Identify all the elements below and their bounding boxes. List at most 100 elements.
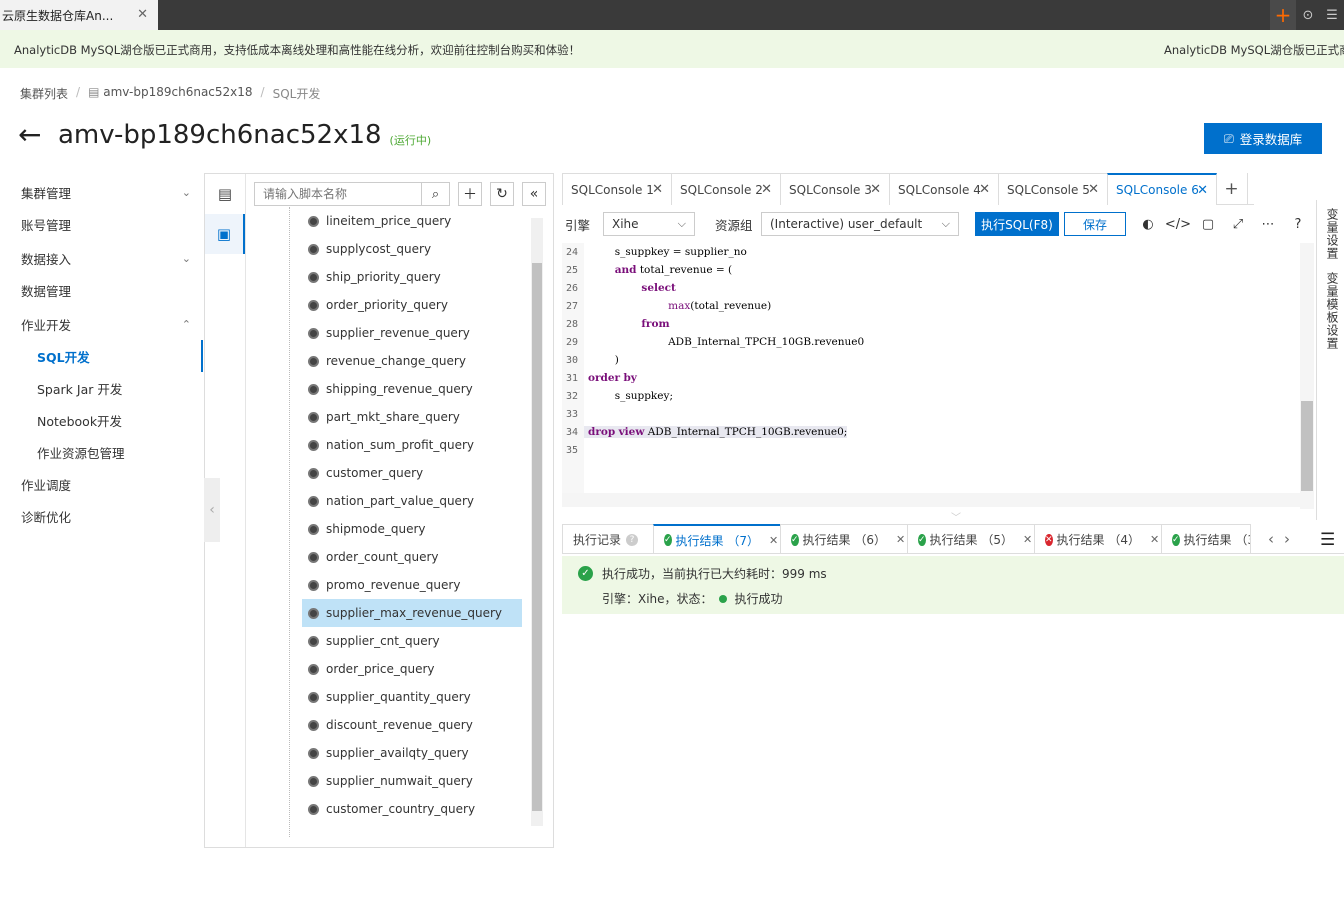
- tree-item[interactable]: supplier_numwait_query: [290, 767, 529, 795]
- tree-item[interactable]: lineitem_price_query: [290, 207, 529, 235]
- tree-scroll-thumb[interactable]: [532, 263, 542, 811]
- login-database-button[interactable]: ⎚ 登录数据库: [1204, 123, 1322, 154]
- tree-item[interactable]: supplycost_query: [290, 235, 529, 263]
- tree-item[interactable]: promo_revenue_query: [290, 571, 529, 599]
- tree-item[interactable]: supplier_revenue_query: [290, 319, 529, 347]
- editor-horizontal-scrollbar[interactable]: [562, 493, 1300, 507]
- theme-toggle-icon[interactable]: ◐: [1133, 217, 1163, 232]
- tree-item[interactable]: order_price_query: [290, 655, 529, 683]
- line-number: 28: [566, 318, 579, 330]
- close-icon[interactable]: ✕: [137, 7, 148, 22]
- monitor-icon[interactable]: ▣: [205, 214, 245, 254]
- breadcrumb-cluster[interactable]: ▤ amv-bp189ch6nac52x18: [88, 85, 252, 102]
- nav-item-job-scheduling[interactable]: 作业调度: [0, 468, 203, 500]
- fullscreen-icon[interactable]: ⤢: [1223, 217, 1253, 232]
- close-icon[interactable]: ✕: [1088, 182, 1099, 197]
- chevron-down-splitter-icon[interactable]: ﹀: [926, 509, 986, 524]
- refresh-icon[interactable]: ↻: [490, 182, 514, 206]
- sql-editor[interactable]: 24 s_suppkey = supplier_no 25 and total_r…: [562, 243, 1314, 509]
- tree-item[interactable]: nation_sum_profit_query: [290, 431, 529, 459]
- tree-item[interactable]: supplier_quantity_query: [290, 683, 529, 711]
- chevron-right-icon[interactable]: ›: [1284, 530, 1290, 548]
- tree-item[interactable]: shipmode_query: [290, 515, 529, 543]
- menu-icon[interactable]: ☰: [1320, 8, 1344, 23]
- close-icon[interactable]: ✕: [896, 533, 905, 546]
- right-side-panel: 变量设置 变量模板设置: [1316, 200, 1344, 520]
- tree-item[interactable]: part_mkt_share_query: [290, 403, 529, 431]
- result-tab[interactable]: 执行记录?: [562, 524, 654, 554]
- nav-item-job-resource-packages[interactable]: 作业资源包管理: [0, 436, 203, 468]
- dropdown-circle-icon[interactable]: ⊙: [1296, 8, 1320, 23]
- console-tab[interactable]: SQLConsole 5 ✕: [998, 173, 1108, 205]
- back-arrow-icon[interactable]: ←: [18, 118, 58, 151]
- tree-scrollbar[interactable]: [531, 218, 543, 826]
- search-icon[interactable]: ⌕: [421, 183, 449, 205]
- result-tab[interactable]: ✓ 执行结果 （7） ✕: [653, 524, 781, 554]
- chevron-left-icon[interactable]: ‹: [1268, 530, 1274, 548]
- tree-item[interactable]: customer_country_query: [290, 795, 529, 823]
- console-tab[interactable]: SQLConsole 1 ✕: [562, 173, 672, 205]
- add-icon[interactable]: ＋: [458, 182, 482, 206]
- close-icon[interactable]: ✕: [769, 534, 778, 547]
- tree-item[interactable]: supplier_max_revenue_query: [302, 599, 522, 627]
- result-tab[interactable]: ✓ 执行结果 （6） ✕: [780, 524, 908, 554]
- close-icon[interactable]: ✕: [1150, 533, 1159, 546]
- breadcrumb-cluster-list[interactable]: 集群列表: [20, 85, 68, 102]
- nav-item-data-management[interactable]: 数据管理: [0, 274, 203, 306]
- editor-vertical-scrollbar[interactable]: [1300, 243, 1314, 509]
- variables-tab[interactable]: 变量设置: [1324, 208, 1341, 260]
- run-sql-button[interactable]: 执行SQL(F8): [975, 212, 1059, 236]
- help-icon[interactable]: ?: [626, 533, 639, 546]
- browser-tab[interactable]: 云原生数据仓库An... ✕: [0, 0, 158, 30]
- nav-item-diagnostics[interactable]: 诊断优化: [0, 500, 203, 532]
- nav-item-spark-jar[interactable]: Spark Jar 开发: [0, 372, 203, 404]
- console-tab[interactable]: SQLConsole 6 ✕: [1107, 173, 1217, 205]
- editor-scroll-thumb[interactable]: [1301, 401, 1313, 491]
- tree-item[interactable]: supplier_availqty_query: [290, 739, 529, 767]
- close-icon[interactable]: ✕: [652, 182, 663, 197]
- tree-item[interactable]: revenue_change_query: [290, 347, 529, 375]
- console-tab[interactable]: SQLConsole 4 ✕: [889, 173, 999, 205]
- collapse-handle-chevron-left-icon[interactable]: ‹: [204, 478, 220, 542]
- nav-item-job-development[interactable]: 作业开发 ⌃: [0, 308, 203, 340]
- tree-item[interactable]: ship_priority_query: [290, 263, 529, 291]
- tree-item[interactable]: order_count_query: [290, 543, 529, 571]
- tree-item[interactable]: shipping_revenue_query: [290, 375, 529, 403]
- result-tab[interactable]: ✓ 执行结果 （5） ✕: [907, 524, 1035, 554]
- new-tab-icon[interactable]: +: [1270, 0, 1296, 30]
- close-icon[interactable]: ✕: [1023, 533, 1032, 546]
- collapse-left-icon[interactable]: «: [522, 182, 546, 206]
- add-console-icon[interactable]: +: [1216, 173, 1248, 205]
- result-tab[interactable]: ✕ 执行结果 （4） ✕: [1034, 524, 1162, 554]
- engine-select[interactable]: Xihe ⌵: [603, 212, 695, 236]
- close-icon[interactable]: ✕: [979, 182, 990, 197]
- nav-item-cluster-management[interactable]: 集群管理 ⌄: [0, 176, 203, 208]
- script-search-input[interactable]: [255, 183, 421, 205]
- tree-item[interactable]: supplier_cnt_query: [290, 627, 529, 655]
- close-icon[interactable]: ✕: [870, 182, 881, 197]
- tree-item[interactable]: nation_part_value_query: [290, 487, 529, 515]
- more-icon[interactable]: ⋯: [1253, 217, 1283, 232]
- result-tab[interactable]: ✓ 执行结果 （3: [1161, 524, 1251, 554]
- nav-item-notebook[interactable]: Notebook开发: [0, 404, 203, 436]
- nav-item-account-management[interactable]: 账号管理: [0, 208, 203, 240]
- code-text: s_suppkey;: [588, 390, 673, 402]
- tree-item[interactable]: order_priority_query: [290, 291, 529, 319]
- tree-item[interactable]: discount_revenue_query: [290, 711, 529, 739]
- close-icon[interactable]: ✕: [1197, 183, 1208, 198]
- menu-icon[interactable]: ☰: [1320, 530, 1335, 550]
- save-button[interactable]: 保存: [1064, 212, 1126, 236]
- tree-item[interactable]: customer_query: [290, 459, 529, 487]
- resource-group-select[interactable]: (Interactive) user_default ⌵: [761, 212, 959, 236]
- nav-item-sql-development[interactable]: SQL开发: [0, 340, 203, 372]
- help-icon[interactable]: ?: [1283, 217, 1313, 232]
- console-tab[interactable]: SQLConsole 2 ✕: [671, 173, 781, 205]
- code-format-icon[interactable]: </>: [1163, 217, 1193, 232]
- close-icon[interactable]: ✕: [761, 182, 772, 197]
- template-variables-tab[interactable]: 变量模板设置: [1324, 272, 1341, 350]
- panel-icon[interactable]: ▢: [1193, 217, 1223, 232]
- console-tab[interactable]: SQLConsole 3 ✕: [780, 173, 890, 205]
- nav-item-data-ingestion[interactable]: 数据接入 ⌄: [0, 242, 203, 274]
- list-icon[interactable]: ▤: [205, 174, 245, 214]
- login-database-label: 登录数据库: [1239, 132, 1303, 147]
